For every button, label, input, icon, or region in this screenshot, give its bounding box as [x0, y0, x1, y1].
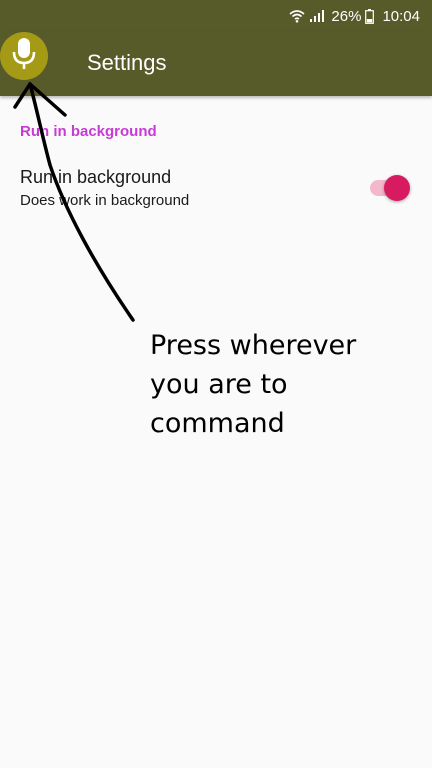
app-bar: Settings [0, 32, 432, 96]
battery-icon [365, 8, 375, 24]
page-title: Settings [87, 50, 167, 75]
mic-button[interactable] [0, 32, 48, 80]
annotation-line: Press wherever [150, 330, 357, 361]
settings-screen: 26% 10:04 Settings Run in background Run… [0, 0, 432, 768]
switch-thumb [384, 175, 410, 201]
wifi-icon [289, 9, 305, 23]
signal-icon [309, 9, 325, 23]
preference-category-title: Run in background [20, 123, 157, 140]
battery-percent: 26% [331, 7, 362, 25]
status-bar: 26% 10:04 [0, 0, 432, 32]
clock: 10:04 [382, 7, 420, 25]
microphone-icon [11, 37, 37, 76]
preference-summary: Does work in background [20, 192, 190, 209]
annotation-line: you are to [150, 369, 288, 400]
annotation-line: command [150, 408, 285, 439]
run-in-background-switch[interactable] [370, 175, 412, 201]
run-in-background-preference[interactable]: Run in background Does work in backgroun… [0, 160, 432, 220]
instruction-annotation: Press wherever you are to command [150, 326, 410, 443]
preference-title: Run in background [20, 167, 172, 187]
